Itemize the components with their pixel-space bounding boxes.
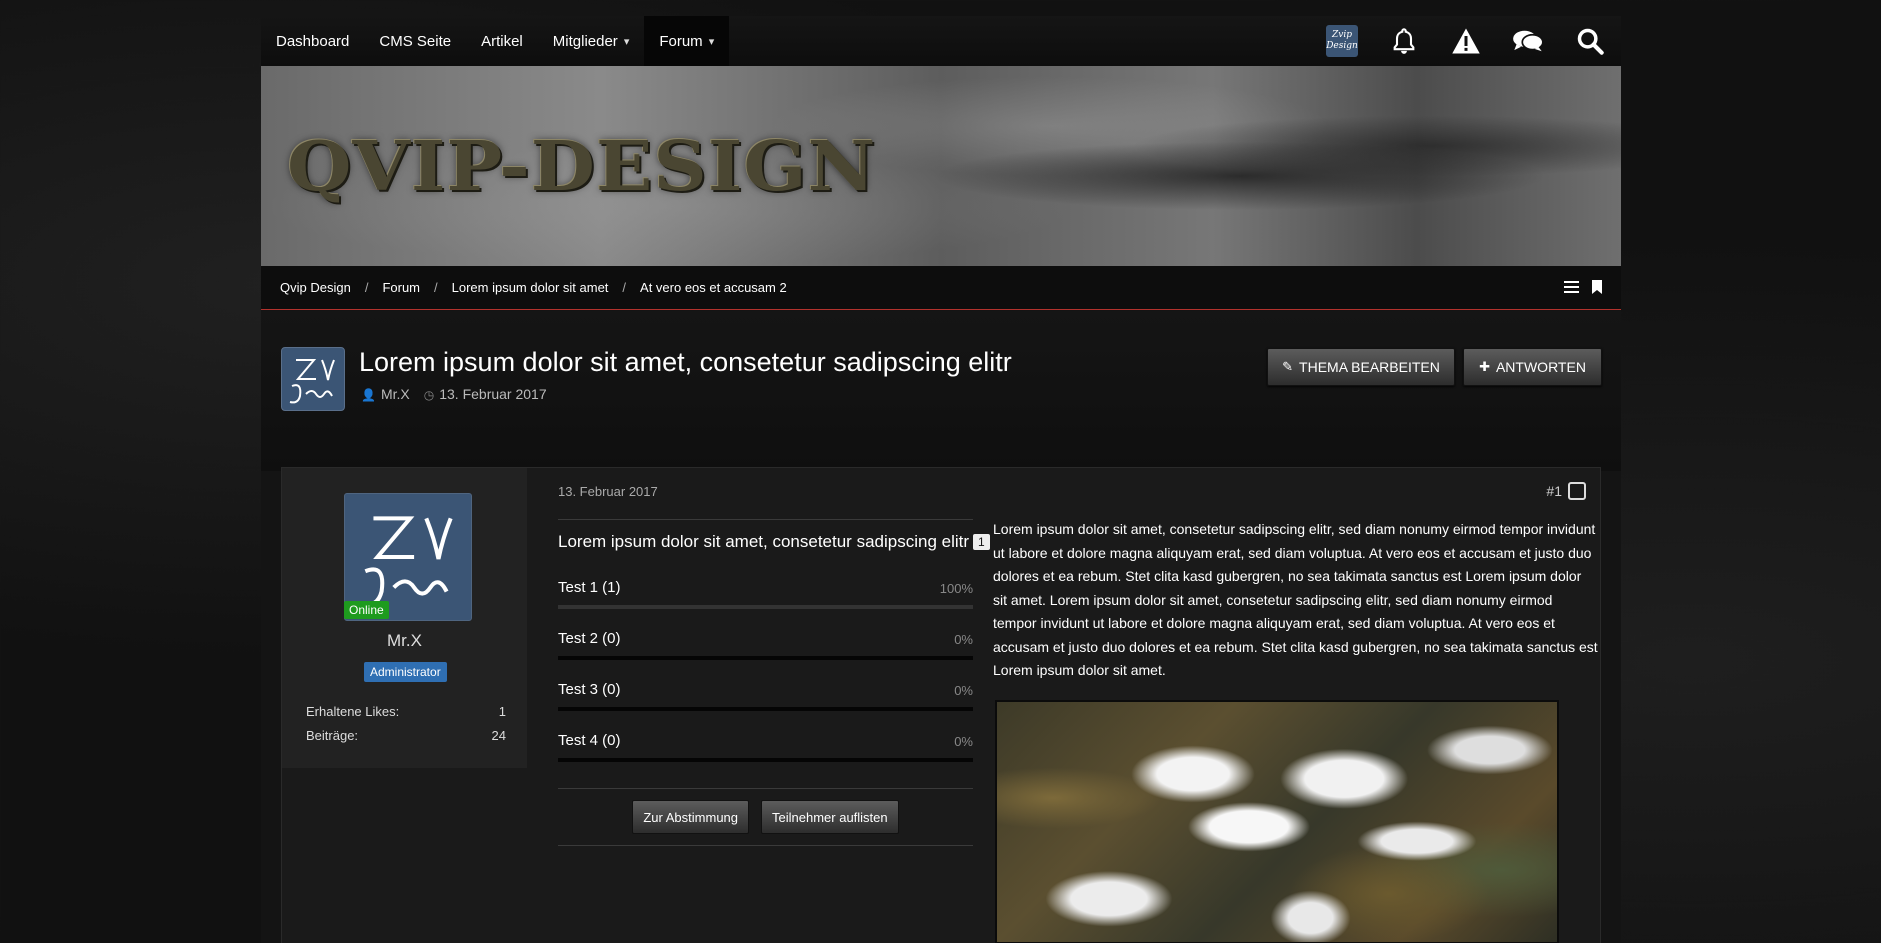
user-icon: 👤: [361, 388, 376, 402]
stat-value: 1: [498, 704, 506, 719]
stat-label: Erhaltene Likes:: [306, 704, 400, 719]
breadcrumb-separator: /: [364, 280, 369, 295]
poll-header: Lorem ipsum dolor sit amet, consetetur s…: [558, 519, 990, 552]
nav-item-label: Mitglieder: [552, 32, 618, 50]
breadcrumb-separator: /: [622, 280, 627, 295]
breadcrumb-actions: [1564, 280, 1603, 294]
poll-vote-count: 1: [973, 534, 990, 550]
poll-option-label: Test 1 (1): [558, 579, 621, 596]
online-badge: Online: [344, 601, 389, 619]
poll-actions: Zur Abstimmung Teilnehmer auflisten: [558, 788, 973, 846]
poll-option-label: Test 2 (0): [558, 630, 621, 647]
select-post-checkbox[interactable]: [1568, 482, 1586, 500]
plus-icon: ✚: [1479, 359, 1490, 374]
thread-header: Lorem ipsum dolor sit amet, consetetur s…: [261, 311, 1621, 471]
conversations-button[interactable]: [1497, 16, 1559, 66]
nav-item-cms-seite[interactable]: CMS Seite: [364, 16, 466, 66]
poll-option-fill: [558, 605, 973, 609]
stat-value: 24: [491, 728, 506, 743]
moderation-button[interactable]: [1435, 16, 1497, 66]
breadcrumb: Qvip Design / Forum / Lorem ipsum dolor …: [261, 266, 1621, 310]
stat-row: Erhaltene Likes: 1: [306, 704, 506, 719]
warning-icon: [1452, 28, 1480, 54]
thread-date-text: 13. Februar 2017: [439, 386, 547, 402]
avatar-text: Design: [1326, 41, 1358, 51]
nav-item-artikel[interactable]: Artikel: [466, 16, 538, 66]
post-image[interactable]: [995, 700, 1559, 943]
edit-thread-button[interactable]: ✎ THEMA BEARBEITEN: [1267, 348, 1455, 386]
notifications-button[interactable]: [1373, 16, 1435, 66]
bookmark-icon[interactable]: [1591, 280, 1603, 294]
post-content: Lorem ipsum dolor sit amet, consetetur s…: [993, 521, 1598, 678]
poll: Lorem ipsum dolor sit amet, consetetur s…: [558, 519, 990, 846]
thread-meta: 👤 Mr.X ◷ 13. Februar 2017: [361, 386, 547, 402]
nav-item-label: Artikel: [481, 32, 523, 50]
breadcrumb-link[interactable]: Qvip Design: [280, 280, 351, 295]
post-author-sidebar: Online Mr.X Administrator Erhaltene Like…: [282, 468, 527, 768]
chevron-down-icon: ▾: [708, 35, 715, 48]
page: Dashboard CMS Seite Artikel Mitglieder ▾…: [261, 16, 1621, 943]
thread-author-avatar[interactable]: [281, 347, 345, 411]
poll-option: Test 3 (0) 0%: [558, 681, 973, 711]
thread-author-name: Mr.X: [380, 386, 410, 402]
avatar-text: Zvip: [1332, 30, 1352, 40]
breadcrumb-link[interactable]: Lorem ipsum dolor sit amet: [452, 280, 609, 295]
nav-item-forum[interactable]: Forum ▾: [644, 16, 730, 66]
site-logo: QVIP-DESIGN: [287, 127, 877, 207]
poll-option-bar: [558, 656, 973, 660]
top-navigation: Dashboard CMS Seite Artikel Mitglieder ▾…: [261, 16, 1621, 66]
button-label: ANTWORTEN: [1495, 359, 1586, 375]
stat-label: Beiträge:: [306, 728, 359, 743]
user-avatar: Zvip Design: [1326, 25, 1358, 57]
poll-option-bar: [558, 605, 973, 609]
button-label: THEMA BEARBEITEN: [1299, 359, 1440, 375]
nav-item-mitglieder[interactable]: Mitglieder ▾: [538, 16, 645, 66]
nav-item-label: Forum: [659, 32, 703, 50]
poll-question: Lorem ipsum dolor sit amet, consetetur s…: [558, 532, 970, 551]
breadcrumb-separator: /: [434, 280, 438, 295]
poll-option-bar: [558, 707, 973, 711]
post-date[interactable]: 13. Februar 2017: [558, 484, 658, 499]
poll-option: Test 1 (1) 100%: [558, 579, 973, 609]
conversations-icon: [1513, 30, 1544, 52]
reply-button[interactable]: ✚ ANTWORTEN: [1463, 348, 1602, 386]
nav-item-label: CMS Seite: [379, 32, 452, 50]
poll-option-bar: [558, 758, 973, 762]
breadcrumb-link[interactable]: Forum: [382, 280, 420, 295]
post-number: #1: [1546, 482, 1586, 500]
post-permalink[interactable]: #1: [1546, 483, 1562, 499]
clock-icon: ◷: [423, 388, 435, 402]
poll-option-percent: 0%: [954, 734, 973, 749]
search-button[interactable]: [1559, 16, 1621, 66]
vote-button[interactable]: Zur Abstimmung: [632, 800, 750, 834]
avatar-script-icon: [289, 359, 335, 404]
bell-icon: [1393, 28, 1415, 54]
page-title: Lorem ipsum dolor sit amet, consetetur s…: [359, 347, 1012, 377]
post: Online Mr.X Administrator Erhaltene Like…: [281, 467, 1601, 943]
nav-item-label: Dashboard: [276, 32, 350, 50]
poll-option-percent: 0%: [954, 632, 973, 647]
nav-item-dashboard[interactable]: Dashboard: [261, 16, 364, 66]
poll-option-percent: 0%: [954, 683, 973, 698]
poll-option-percent: 100%: [939, 581, 973, 596]
poll-option-label: Test 3 (0): [558, 681, 621, 698]
poll-option: Test 2 (0) 0%: [558, 630, 973, 660]
user-menu-button[interactable]: Zvip Design: [1311, 16, 1373, 66]
list-participants-button[interactable]: Teilnehmer auflisten: [761, 800, 899, 834]
poll-option: Test 4 (0) 0%: [558, 732, 973, 762]
site-banner[interactable]: QVIP-DESIGN: [261, 66, 1621, 266]
post-author-name[interactable]: Mr.X: [282, 631, 527, 651]
chevron-down-icon: ▾: [623, 35, 630, 48]
user-panel: Zvip Design: [1311, 16, 1621, 66]
thread-author[interactable]: 👤 Mr.X: [361, 386, 410, 402]
search-icon: [1577, 28, 1604, 55]
breadcrumb-link[interactable]: At vero eos et accusam 2: [640, 280, 787, 295]
pencil-icon: ✎: [1282, 359, 1294, 374]
rank-badge: Administrator: [364, 662, 447, 682]
poll-option-label: Test 4 (0): [558, 732, 621, 749]
stat-row: Beiträge: 24: [306, 728, 506, 743]
thread-date: ◷ 13. Februar 2017: [424, 386, 547, 402]
list-icon[interactable]: [1564, 280, 1579, 294]
